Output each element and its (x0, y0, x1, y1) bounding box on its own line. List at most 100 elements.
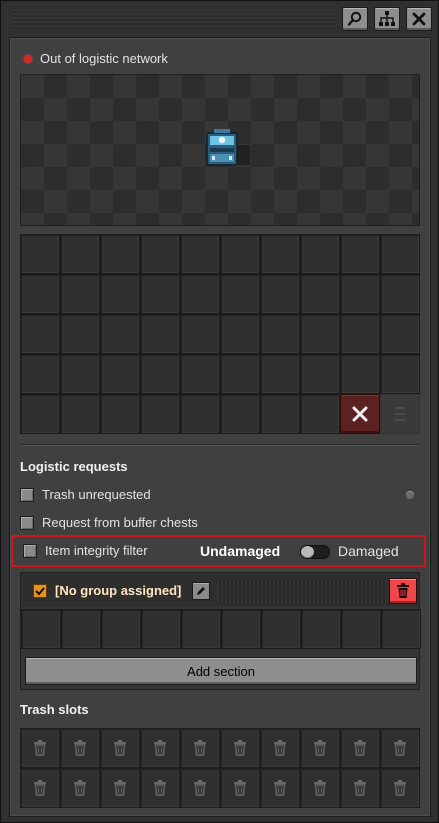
inventory-slot[interactable] (260, 394, 300, 434)
inventory-slot[interactable] (220, 354, 260, 394)
request-slot[interactable] (261, 609, 301, 649)
inventory-slot[interactable] (140, 274, 180, 314)
inventory-slot[interactable] (20, 274, 60, 314)
request-from-buffer-row[interactable]: Request from buffer chests (20, 515, 198, 530)
inventory-slot[interactable] (60, 314, 100, 354)
inventory-slot[interactable] (380, 234, 420, 274)
inventory-slot[interactable] (260, 274, 300, 314)
item-integrity-checkbox[interactable] (23, 543, 37, 558)
inventory-slot[interactable] (380, 274, 420, 314)
request-slot[interactable] (61, 609, 101, 649)
trash-slot[interactable] (340, 768, 380, 808)
undamaged-option[interactable]: Undamaged (200, 543, 280, 559)
inventory-slot[interactable] (20, 234, 60, 274)
search-button[interactable] (342, 7, 368, 31)
inventory-slot[interactable] (300, 394, 340, 434)
titlebar-drag-handle[interactable] (11, 9, 336, 29)
inventory-slot[interactable] (220, 274, 260, 314)
inventory-slot[interactable] (20, 354, 60, 394)
trash-unrequested-row[interactable]: Trash unrequested (20, 487, 151, 502)
trash-slot[interactable] (180, 728, 220, 768)
inventory-slot[interactable] (380, 354, 420, 394)
trash-slot[interactable] (220, 728, 260, 768)
inventory-slot[interactable] (180, 234, 220, 274)
request-from-buffer-checkbox[interactable] (20, 515, 34, 530)
inventory-slot[interactable] (100, 274, 140, 314)
request-slot[interactable] (181, 609, 221, 649)
inventory-slot[interactable] (60, 394, 100, 434)
trash-slot[interactable] (220, 768, 260, 808)
request-slot[interactable] (221, 609, 261, 649)
inventory-slot[interactable] (300, 274, 340, 314)
trash-slot[interactable] (300, 728, 340, 768)
inventory-slot[interactable] (260, 354, 300, 394)
trash-slot[interactable] (180, 768, 220, 808)
inventory-slot[interactable] (380, 314, 420, 354)
inventory-slot[interactable] (180, 394, 220, 434)
request-slot[interactable] (381, 609, 421, 649)
trash-slot[interactable] (340, 728, 380, 768)
titlebar[interactable] (1, 1, 438, 37)
inventory-slot[interactable] (180, 314, 220, 354)
trash-slot[interactable] (300, 768, 340, 808)
trash-slot[interactable] (100, 768, 140, 808)
request-slot[interactable] (21, 609, 61, 649)
integrity-toggle-switch[interactable] (300, 545, 330, 559)
inventory-slot[interactable] (260, 234, 300, 274)
section-drag-handle[interactable] (217, 579, 387, 603)
trash-slot[interactable] (60, 768, 100, 808)
inventory-slot[interactable] (100, 394, 140, 434)
inventory-slot[interactable] (140, 394, 180, 434)
info-icon[interactable] (406, 491, 414, 499)
edit-group-button[interactable] (192, 582, 210, 600)
inventory-slot[interactable] (340, 234, 380, 274)
trash-slot[interactable] (260, 728, 300, 768)
delete-section-button[interactable] (389, 578, 417, 604)
trash-slot[interactable] (20, 728, 60, 768)
inventory-slot[interactable] (300, 314, 340, 354)
inventory-slot[interactable] (140, 314, 180, 354)
inventory-slot[interactable] (300, 354, 340, 394)
damaged-option[interactable]: Damaged (338, 543, 399, 559)
inventory-slot[interactable] (60, 274, 100, 314)
inventory-slot[interactable] (220, 234, 260, 274)
inventory-slot[interactable] (180, 354, 220, 394)
inventory-slot[interactable] (220, 394, 260, 434)
entity-preview[interactable] (20, 74, 420, 226)
request-slot[interactable] (141, 609, 181, 649)
request-slot[interactable] (341, 609, 381, 649)
item-integrity-checkbox-row[interactable]: Item integrity filter (23, 543, 148, 558)
inventory-slot[interactable] (140, 354, 180, 394)
trash-slot[interactable] (260, 768, 300, 808)
inventory-slot[interactable] (20, 394, 60, 434)
trash-unrequested-checkbox[interactable] (20, 487, 34, 502)
inventory-slot[interactable] (100, 234, 140, 274)
inventory-slot[interactable] (220, 314, 260, 354)
inventory-slot[interactable] (60, 234, 100, 274)
trash-slot[interactable] (60, 728, 100, 768)
trash-slot[interactable] (380, 728, 420, 768)
inventory-slot[interactable] (260, 314, 300, 354)
inventory-slot[interactable] (100, 354, 140, 394)
inventory-slot[interactable] (140, 234, 180, 274)
request-slot[interactable] (101, 609, 141, 649)
section-enabled-checkbox[interactable] (33, 584, 47, 598)
inventory-slot[interactable] (60, 354, 100, 394)
close-button[interactable] (406, 7, 432, 31)
inventory-slot[interactable] (300, 234, 340, 274)
trash-slot[interactable] (140, 728, 180, 768)
inventory-slot[interactable] (340, 314, 380, 354)
request-slot[interactable] (301, 609, 341, 649)
add-section-button[interactable]: Add section (25, 657, 417, 685)
inventory-slot[interactable] (180, 274, 220, 314)
trash-slot[interactable] (380, 768, 420, 808)
inventory-slot[interactable] (340, 274, 380, 314)
clear-inventory-button[interactable] (340, 394, 380, 434)
trash-slot[interactable] (100, 728, 140, 768)
inventory-limit-slot[interactable] (380, 394, 420, 434)
inventory-slot[interactable] (100, 314, 140, 354)
inventory-slot[interactable] (340, 354, 380, 394)
inventory-slot[interactable] (20, 314, 60, 354)
logistic-network-button[interactable] (374, 7, 400, 31)
trash-slot[interactable] (20, 768, 60, 808)
